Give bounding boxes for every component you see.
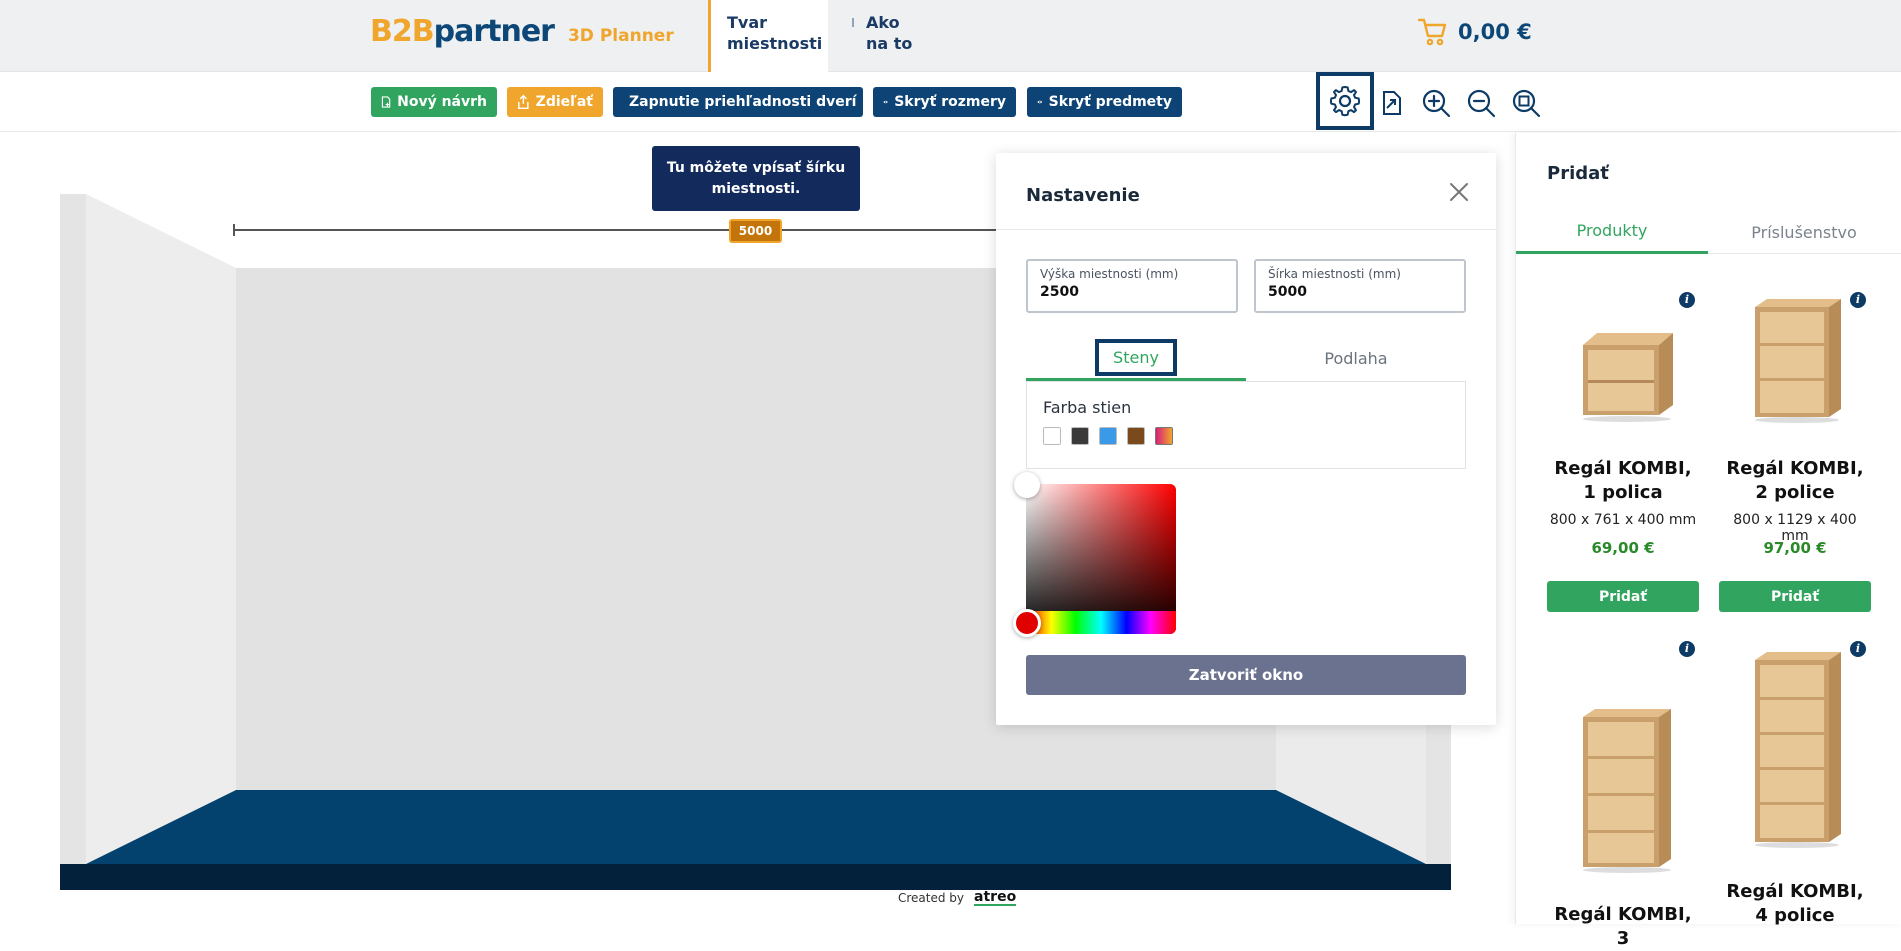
cart-total: 0,00 € — [1458, 20, 1532, 44]
close-icon — [1450, 183, 1468, 201]
left-wall-edge — [60, 194, 86, 864]
hue-slider[interactable] — [1026, 611, 1176, 634]
product-card: i Regál KOMBI, 3 — [1547, 133, 1699, 949]
floor-front-edge — [60, 864, 1451, 890]
info-icon[interactable]: i — [1679, 641, 1695, 657]
settings-tabs: Steny Podlaha — [1026, 336, 1466, 382]
zoom-in-button[interactable] — [1417, 84, 1455, 122]
room-height-label: Výška miestnosti (mm) — [1040, 267, 1179, 281]
credit-brand[interactable]: atreo — [974, 890, 1017, 906]
color-picker-handle[interactable] — [1014, 472, 1040, 498]
cart[interactable]: 0,00 € — [1418, 18, 1532, 46]
share-icon — [518, 94, 529, 110]
floor[interactable] — [86, 790, 1426, 864]
tab-how-to[interactable]: Ako na to — [852, 12, 912, 54]
export-button[interactable] — [1372, 84, 1410, 122]
hide-dimensions-button[interactable]: Skryť rozmery — [873, 87, 1016, 117]
door-transparency-button[interactable]: Zapnutie priehľadnosti dverí — [613, 87, 863, 117]
product-card: i Regál KOMBI, 4 police — [1719, 133, 1871, 926]
logo-partner: partner — [433, 14, 555, 49]
swatch-dark-gray[interactable] — [1071, 427, 1089, 445]
gear-icon — [1329, 86, 1361, 117]
credit: Created by atreo — [898, 890, 1017, 906]
swatch-custom[interactable] — [1155, 427, 1173, 445]
tab-how-to-line2: na to — [866, 34, 913, 53]
swatch-blue[interactable] — [1099, 427, 1117, 445]
new-design-label: Nový návrh — [397, 94, 487, 110]
new-design-button[interactable]: Nový návrh — [371, 87, 497, 117]
zoom-fit-button[interactable] — [1507, 84, 1545, 122]
add-sidebar: Pridať Produkty Príslušenstvo i Regál KO… — [1515, 133, 1901, 949]
tab-walls[interactable]: Steny — [1026, 336, 1246, 381]
tab-walls-label: Steny — [1095, 338, 1177, 376]
credit-prefix: Created by — [898, 891, 965, 905]
settings-title: Nastavenie — [1026, 185, 1140, 206]
logo-subtitle: 3D Planner — [567, 26, 674, 46]
close-window-button[interactable]: Zatvoriť okno — [1026, 655, 1466, 695]
room-width-field[interactable]: Šírka miestnosti (mm) — [1254, 259, 1466, 313]
product-name: Regál KOMBI, 3 — [1554, 904, 1692, 949]
eye-icon — [883, 100, 888, 104]
shelf-3-image[interactable] — [1575, 703, 1675, 873]
hue-slider-handle[interactable] — [1013, 609, 1041, 637]
toolbar: Nový návrh Zdieľať Zapnutie priehľadnost… — [0, 72, 1901, 132]
eye-icon — [1037, 100, 1043, 104]
hide-dimensions-label: Skryť rozmery — [894, 94, 1006, 110]
swatch-white[interactable] — [1043, 427, 1061, 445]
room-width-label: Šírka miestnosti (mm) — [1268, 267, 1401, 281]
tab-how-to-line1: Ako — [866, 13, 900, 32]
tab-room-shape[interactable]: Tvar miestnosti — [708, 0, 828, 72]
left-wall — [86, 194, 236, 864]
shelf-4-image[interactable] — [1749, 648, 1845, 848]
tab-floor[interactable]: Podlaha — [1246, 336, 1466, 381]
zoom-out-button[interactable] — [1462, 84, 1500, 122]
product-name: Regál KOMBI, 4 police — [1726, 881, 1864, 926]
width-tooltip: Tu môžete vpísať šírku miestnosti. — [652, 146, 860, 211]
hide-items-button[interactable]: Skryť predmety — [1027, 87, 1182, 117]
room-height-field[interactable]: Výška miestnosti (mm) — [1026, 259, 1238, 313]
settings-modal: Nastavenie Výška miestnosti (mm) Šírka m… — [996, 153, 1496, 725]
logo-b2b: B2B — [370, 14, 435, 49]
info-icon[interactable]: i — [1850, 641, 1866, 657]
room-width-input[interactable] — [1268, 284, 1452, 300]
close-button[interactable] — [1446, 179, 1472, 205]
door-transparency-label: Zapnutie priehľadnosti dverí — [629, 94, 857, 110]
tab-room-shape-line2: miestnosti — [727, 34, 823, 53]
cart-icon — [1418, 18, 1447, 46]
wall-color-label: Farba stien — [1043, 398, 1132, 417]
zoom-in-icon — [1422, 89, 1451, 118]
share-button[interactable]: Zdieľať — [507, 87, 603, 117]
wall-color-panel: Farba stien — [1026, 382, 1466, 469]
settings-button[interactable] — [1316, 72, 1374, 130]
share-label: Zdieľať — [535, 94, 593, 110]
swatch-brown[interactable] — [1127, 427, 1145, 445]
color-swatches — [1043, 427, 1449, 445]
zoom-fit-icon — [1512, 89, 1541, 118]
tab-room-shape-line1: Tvar — [727, 13, 768, 32]
zoom-out-icon — [1467, 89, 1496, 118]
export-icon — [1383, 91, 1401, 115]
room-height-input[interactable] — [1040, 284, 1224, 300]
new-file-icon — [381, 96, 391, 108]
width-dimension-badge[interactable]: 5000 — [729, 219, 782, 243]
modal-divider — [996, 229, 1496, 230]
hide-items-label: Skryť predmety — [1048, 94, 1172, 110]
logo[interactable]: B2B partner 3D Planner — [370, 14, 674, 49]
top-bar: B2B partner 3D Planner Tvar miestnosti A… — [0, 0, 1901, 72]
